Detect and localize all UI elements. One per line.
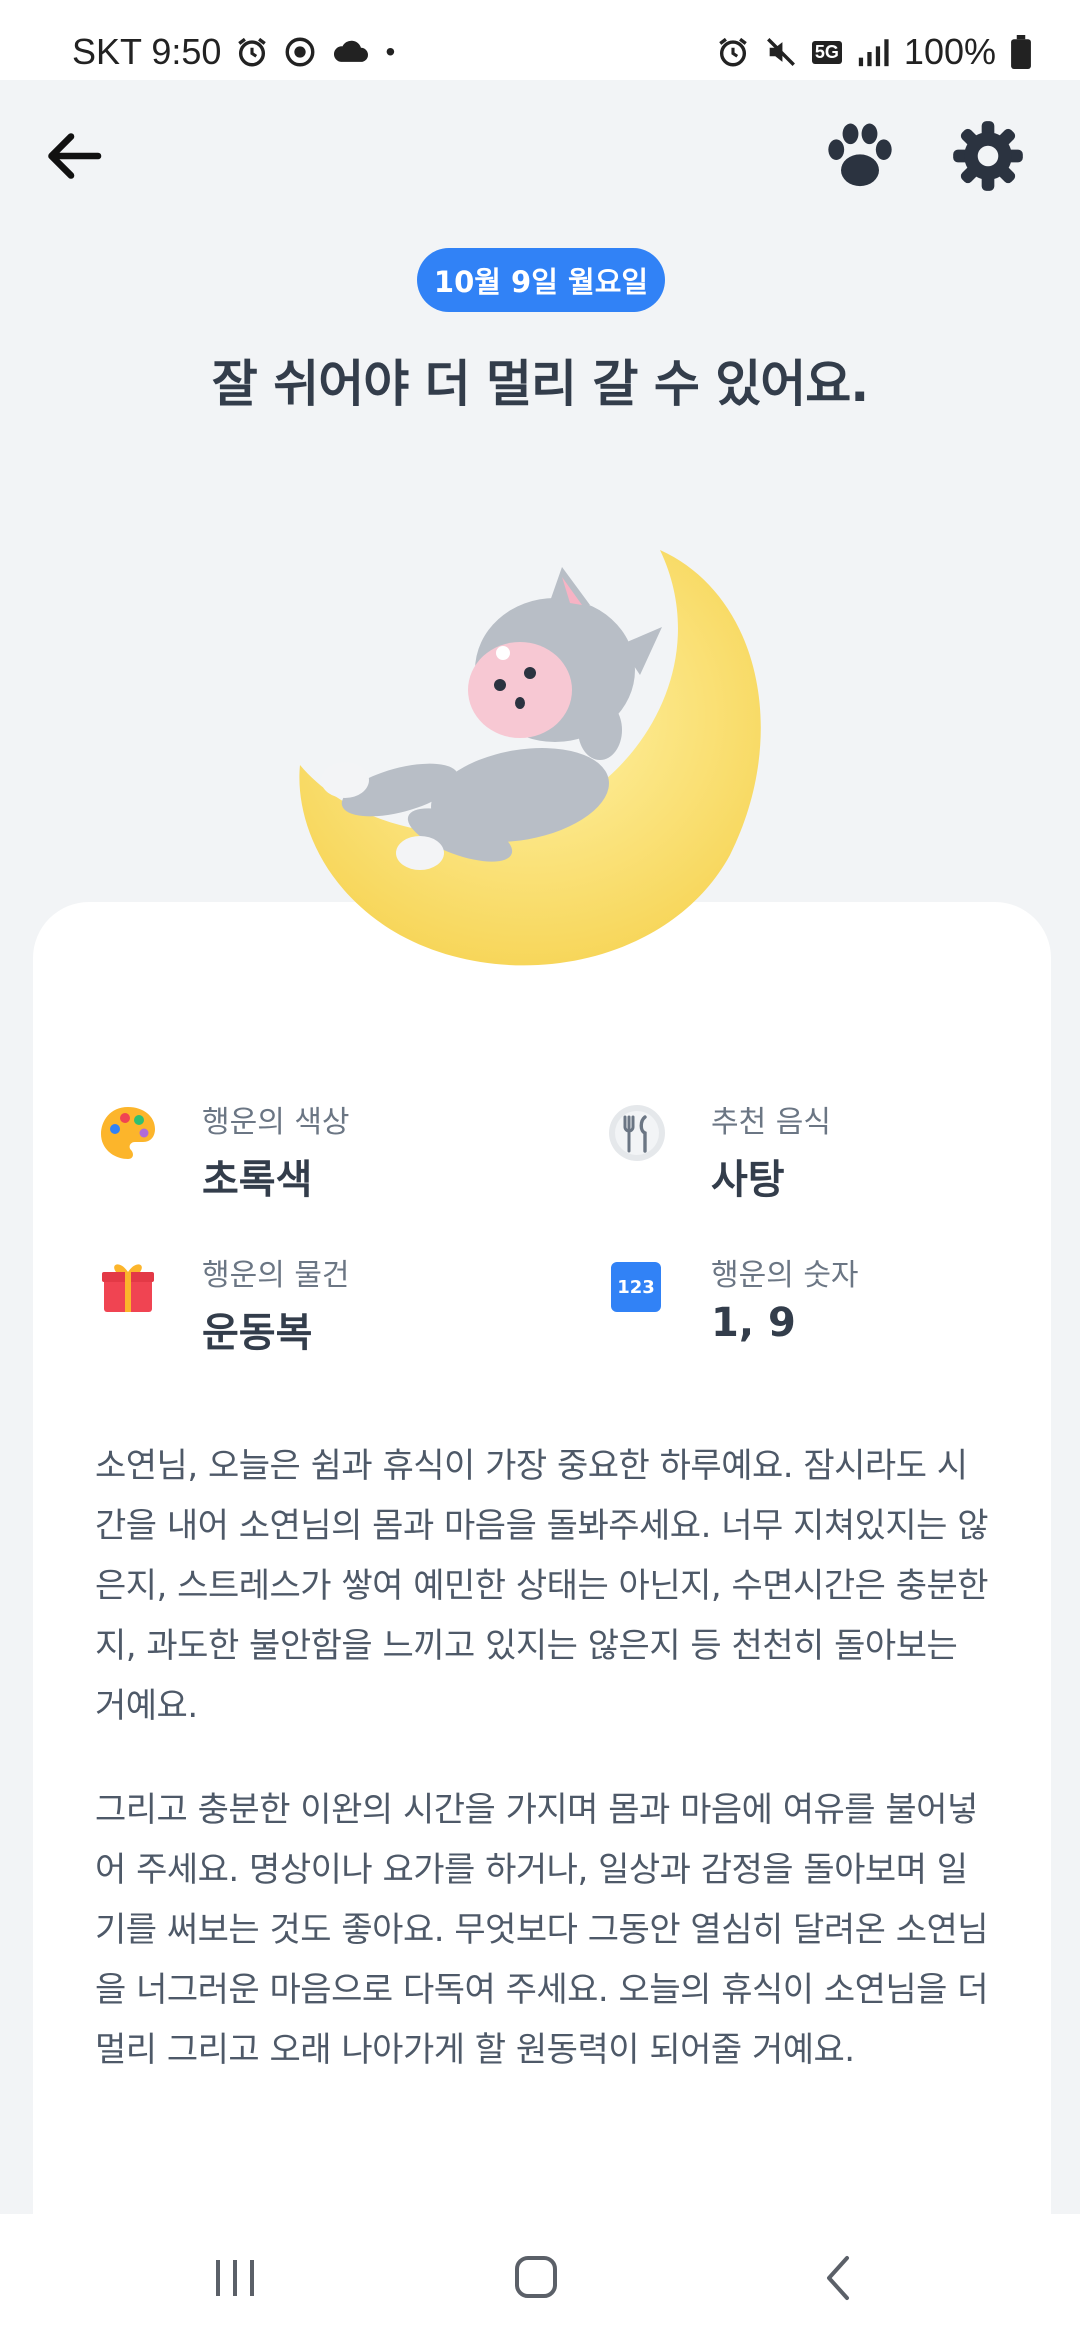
moon-cat-illustration (299, 550, 761, 966)
mute-icon (766, 38, 795, 66)
lucky-number-value: 1, 9 (711, 1300, 796, 1346)
lucky-item-label: 행운의 물건 (202, 1258, 350, 1293)
recent-apps-icon (216, 2260, 254, 2296)
gear-icon (953, 121, 1023, 191)
home-icon (515, 2256, 557, 2298)
alarm-icon (719, 37, 747, 67)
sync-icon (285, 37, 315, 67)
recommended-food-value: 사탕 (711, 1157, 785, 1203)
lucky-number: 123 행운의 숫자 1, 9 (607, 1250, 1067, 1360)
status-right: 5G 100% (716, 26, 1032, 78)
app-bar (0, 80, 1080, 220)
recommended-food: 추천 음식 사탕 (607, 1097, 1067, 1207)
recent-apps-button[interactable] (200, 2250, 270, 2306)
status-bar: SKT 9:50 • 5G 100% (0, 0, 1080, 80)
fork-knife-icon (609, 1105, 665, 1161)
lucky-number-label: 행운의 숫자 (711, 1258, 859, 1293)
date-badge: 10월 9일 월요일 (417, 248, 665, 312)
back-arrow-icon (48, 133, 102, 179)
lucky-color-value: 초록색 (202, 1157, 313, 1203)
paw-button[interactable] (822, 118, 898, 194)
carrier-time: SKT 9:50 (72, 31, 222, 72)
lucky-color: 행운의 색상 초록색 (98, 1097, 558, 1207)
status-left: SKT 9:50 • (72, 26, 395, 78)
fortune-paragraph-2: 그리고 충분한 이완의 시간을 가지며 몸과 마음에 여유를 불어넣어 주세요.… (95, 1790, 989, 2070)
paw-icon (828, 123, 892, 187)
lucky-color-label: 행운의 색상 (202, 1105, 350, 1140)
signal-icon (858, 39, 889, 67)
cloud-icon (334, 40, 369, 62)
lucky-item: 행운의 물건 운동복 (98, 1250, 558, 1360)
palette-icon (101, 1107, 155, 1159)
gift-icon (102, 1264, 154, 1312)
settings-button[interactable] (950, 118, 1026, 194)
chevron-left-icon (827, 2256, 849, 2300)
status-dot: • (385, 36, 396, 67)
network-type: 5G (811, 40, 842, 64)
system-nav-bar (0, 2214, 1080, 2340)
battery-percent: 100% (903, 31, 996, 72)
back-nav-button[interactable] (805, 2250, 875, 2306)
back-button[interactable] (38, 120, 110, 192)
page-title: 잘 쉬어야 더 멀리 갈 수 있어요. (211, 355, 869, 413)
number-123-icon: 123 (611, 1262, 661, 1312)
battery-icon (1011, 35, 1031, 69)
recommended-food-label: 추천 음식 (711, 1105, 831, 1140)
home-button[interactable] (500, 2250, 570, 2306)
lucky-item-value: 운동복 (202, 1310, 313, 1356)
alarm-icon (238, 37, 267, 67)
fortune-paragraph-1: 소연님, 오늘은 쉼과 휴식이 가장 중요한 하루예요. 잠시라도 시간을 내어… (95, 1446, 989, 1726)
